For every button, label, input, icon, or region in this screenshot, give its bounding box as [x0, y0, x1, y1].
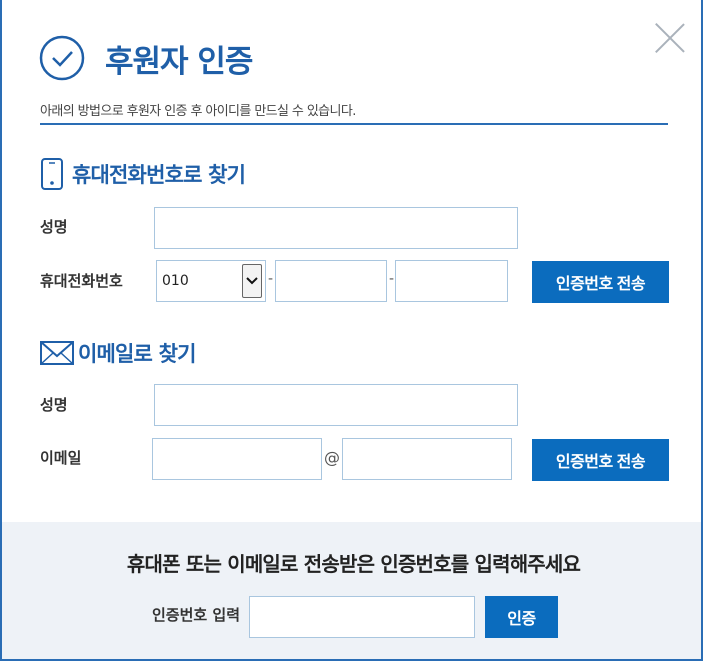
title-divider [40, 123, 668, 125]
verification-modal: 후원자 인증 아래의 방법으로 후원자 인증 후 아이디를 만드실 수 있습니다… [0, 0, 703, 661]
chevron-down-icon [242, 264, 262, 298]
phone-section-title: 휴대전화번호로 찾기 [72, 163, 246, 187]
phone-separator-2: - [389, 271, 395, 287]
verify-button[interactable]: 인증 [485, 596, 558, 638]
verification-panel: 휴대폰 또는 이메일로 전송받은 인증번호를 입력해주세요 인증번호 입력 인증 [2, 522, 701, 659]
verification-code-input[interactable] [249, 596, 475, 638]
email-name-label: 성명 [40, 396, 68, 414]
code-input-label: 인증번호 입력 [152, 606, 241, 624]
email-domain-input[interactable] [342, 438, 512, 480]
page-subtitle: 아래의 방법으로 후원자 인증 후 아이디를 만드실 수 있습니다. [40, 104, 356, 119]
phone-last-input[interactable] [395, 260, 508, 302]
envelope-icon [40, 341, 74, 365]
phone-number-label: 휴대전화번호 [40, 272, 123, 290]
email-name-input[interactable] [154, 384, 518, 426]
at-symbol: @ [324, 448, 340, 467]
check-circle-icon [39, 35, 85, 81]
mobile-phone-icon [41, 158, 63, 190]
close-icon[interactable] [654, 22, 686, 54]
phone-section-header: 휴대전화번호로 찾기 [40, 158, 246, 190]
phone-mid-input[interactable] [275, 260, 387, 302]
phone-send-code-button[interactable]: 인증번호 전송 [532, 261, 669, 303]
phone-separator-1: - [268, 271, 274, 287]
phone-prefix-value: 010 [162, 273, 189, 289]
email-section-header: 이메일로 찾기 [40, 338, 196, 368]
verification-message: 휴대폰 또는 이메일로 전송받은 인증번호를 입력해주세요 [126, 552, 581, 576]
email-id-input[interactable] [152, 438, 322, 480]
email-send-code-button[interactable]: 인증번호 전송 [532, 439, 669, 481]
email-label: 이메일 [40, 449, 82, 467]
phone-prefix-select[interactable]: 010 [156, 260, 266, 302]
email-section-title: 이메일로 찾기 [78, 342, 196, 366]
phone-name-label: 성명 [40, 218, 68, 236]
page-title: 후원자 인증 [105, 44, 253, 80]
phone-name-input[interactable] [154, 207, 518, 249]
